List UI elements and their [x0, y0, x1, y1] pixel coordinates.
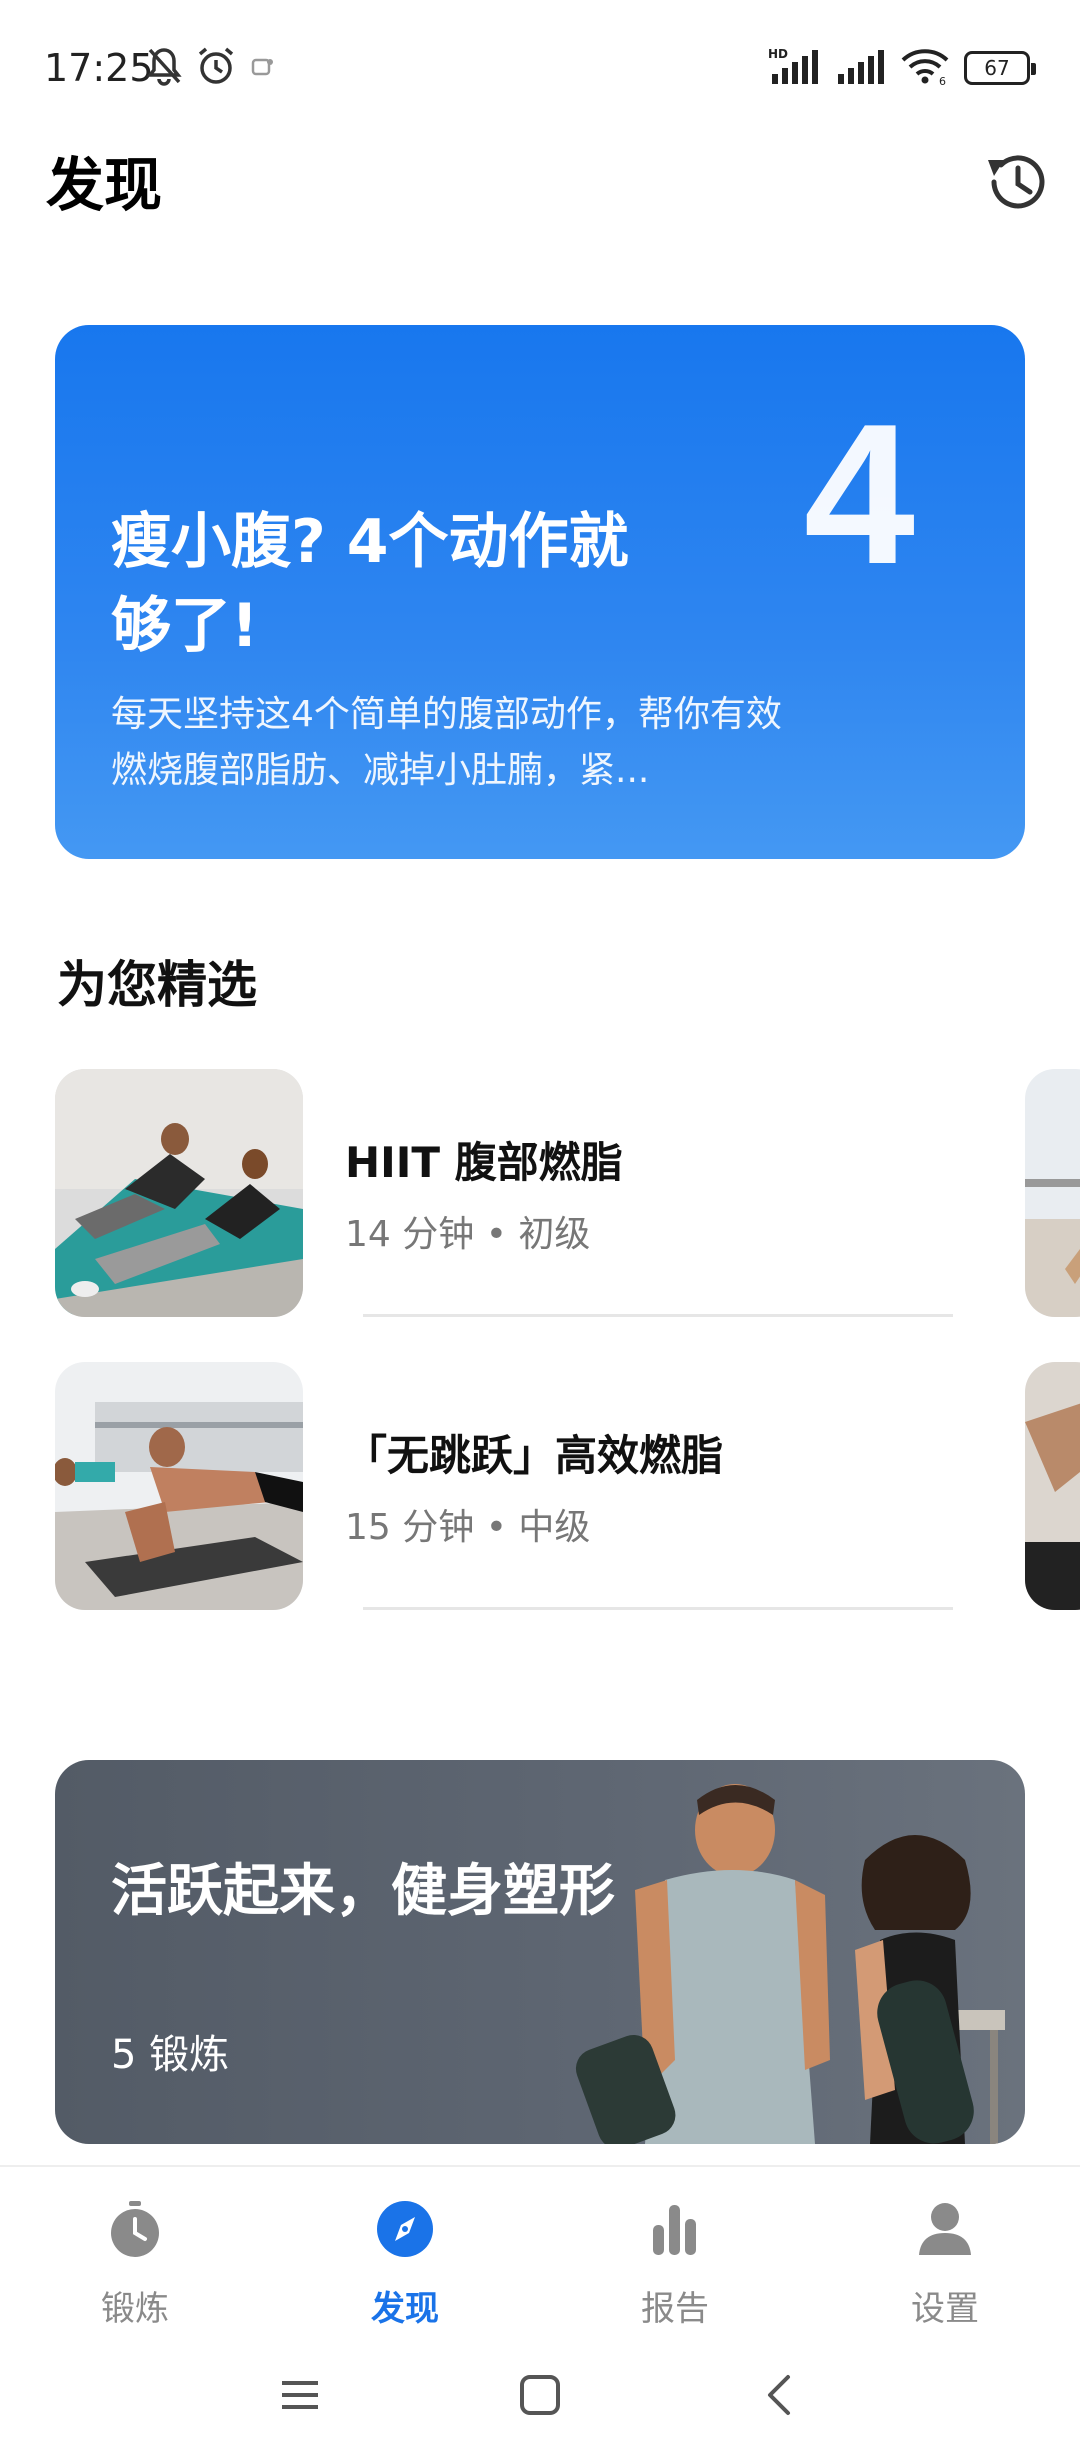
section-title: 为您精选: [57, 956, 257, 1014]
divider: [363, 1607, 953, 1610]
home-button[interactable]: [510, 2365, 570, 2425]
stopwatch-icon: [111, 2201, 159, 2257]
status-bar: 17:25 HD 6 67: [0, 0, 1080, 130]
menu-button[interactable]: [270, 2365, 330, 2425]
alarm-icon: [194, 44, 238, 92]
peek-card-image[interactable]: [1025, 1069, 1080, 1317]
discover-page: 17:25 HD 6 67 发现 4 瘦小腹? 4个动作就够了! 每天坚持这4个…: [0, 0, 1080, 2460]
nav-discover[interactable]: 发现: [305, 2189, 505, 2329]
workout-meta: 14 分钟 • 初级: [345, 1214, 591, 1255]
workout-title: HIIT 腹部燃脂: [345, 1138, 623, 1187]
compass-icon: [377, 2201, 433, 2257]
bar-chart-icon: [653, 2205, 696, 2255]
svg-text:HD: HD: [768, 47, 788, 61]
nav-label: 锻炼: [101, 2289, 169, 2329]
hero-description: 每天坚持这4个简单的腹部动作，帮你有效燃烧腹部脂肪、减掉小肚腩，紧...: [111, 694, 782, 791]
promo-title: 活跃起来，健身塑形: [111, 1859, 615, 1924]
nav-label: 发现: [371, 2289, 439, 2329]
bell-off-icon: [142, 44, 186, 92]
hero-card[interactable]: 4 瘦小腹? 4个动作就够了! 每天坚持这4个简单的腹部动作，帮你有效燃烧腹部脂…: [55, 325, 1025, 859]
wifi-icon: 6: [900, 46, 950, 90]
menu-icon: [282, 2381, 318, 2409]
workout-thumbnail: [55, 1362, 303, 1610]
workout-list-item[interactable]: 「无跳跃」高效燃脂 15 分钟 • 中级: [55, 1362, 955, 1612]
hero-number: 4: [803, 383, 915, 606]
divider: [363, 1314, 953, 1317]
person-icon: [919, 2203, 971, 2255]
nav-label: 设置: [911, 2289, 979, 2329]
bottom-navigation: 锻炼 发现 报告 设置: [0, 2165, 1080, 2335]
history-button[interactable]: [980, 146, 1052, 218]
promo-count: 5 锻炼: [111, 2032, 230, 2078]
signal-icon: [836, 46, 886, 90]
battery-icon: 67: [964, 51, 1036, 85]
back-chevron-icon: [768, 2375, 790, 2415]
promo-card[interactable]: 活跃起来，健身塑形 5 锻炼: [55, 1760, 1025, 2144]
nav-label: 报告: [641, 2289, 709, 2329]
svg-text:6: 6: [939, 75, 946, 86]
hd-signal-icon: HD: [768, 46, 822, 90]
peek-card-image[interactable]: [1025, 1362, 1080, 1610]
home-square-icon: [520, 2375, 560, 2415]
workout-thumbnail: [55, 1069, 303, 1317]
history-icon: [988, 155, 1045, 209]
nav-report[interactable]: 报告: [575, 2189, 775, 2329]
workout-list-item[interactable]: HIIT 腹部燃脂 14 分钟 • 初级: [55, 1069, 955, 1319]
promo-image: [575, 1784, 1005, 2144]
back-button[interactable]: [750, 2365, 810, 2425]
system-nav-bar: [0, 2335, 1080, 2460]
hero-title: 瘦小腹? 4个动作就够了!: [111, 507, 629, 661]
status-time: 17:25: [44, 46, 154, 90]
workout-title: 「无跳跃」高效燃脂: [345, 1431, 724, 1480]
nav-workout[interactable]: 锻炼: [35, 2189, 235, 2329]
nav-settings[interactable]: 设置: [845, 2189, 1045, 2329]
workout-meta: 15 分钟 • 中级: [345, 1507, 591, 1548]
page-title: 发现: [46, 151, 163, 219]
notification-icon: [250, 56, 276, 80]
battery-level: 67: [984, 56, 1010, 80]
